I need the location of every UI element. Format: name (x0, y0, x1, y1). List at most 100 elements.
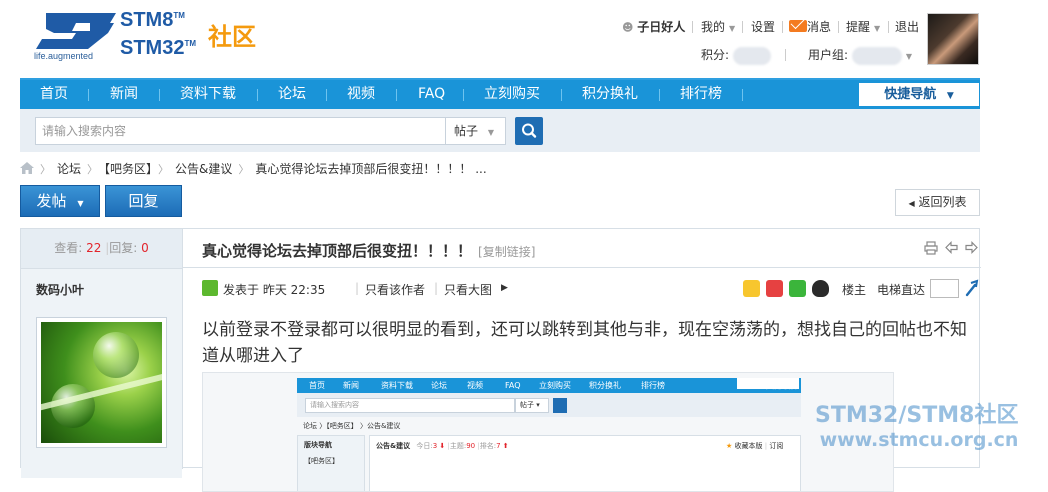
new-post-label: 发帖 (36, 192, 67, 210)
divider (785, 49, 786, 61)
chevron-right-icon: 〉 (87, 163, 99, 176)
nav-video[interactable]: 视频 (347, 80, 375, 109)
image-search-type: 帖子 ▾ (515, 398, 549, 413)
nav-divider (742, 89, 743, 101)
user-link[interactable]: ☻ 子日好人 (622, 18, 685, 35)
username-label: 子日好人 (637, 20, 686, 34)
logo-stm32: STM32TM (120, 37, 197, 59)
image-main-panel: 公告&建议 今日:3 ⬇ |主题:90 |排名:7 ⬆ ★ 收藏本版 | 订阅 (369, 435, 801, 491)
weibo-share-icon[interactable] (766, 280, 783, 297)
posted-time: 昨天 22:35 (262, 283, 326, 297)
new-post-button[interactable]: 发帖 ▼ (20, 185, 100, 217)
wechat-share-icon[interactable] (789, 280, 806, 297)
user-icon: ☻ (622, 21, 634, 34)
logo-community: 社区 (208, 23, 256, 51)
nav-home[interactable]: 首页 (40, 80, 68, 109)
prev-thread-icon[interactable] (945, 241, 958, 257)
settings-link[interactable]: 设置 (751, 18, 775, 35)
image-nav-item: 新闻 (343, 381, 359, 390)
floor-label: 楼主 (842, 283, 867, 297)
print-icon[interactable] (924, 241, 938, 258)
nav-divider (159, 89, 160, 101)
image-side-panel: 版块导航 【吧务区】 (297, 435, 365, 491)
breadcrumb-board[interactable]: 公告&建议 (175, 162, 232, 176)
post-meta-row: 发表于 昨天 22:35 | 只看该作者 | 只看大图 ▶ 楼主 电梯直达 (183, 277, 981, 301)
nav-ranking[interactable]: 排行榜 (680, 80, 722, 109)
qq-share-icon[interactable] (812, 280, 829, 297)
divider (692, 21, 693, 33)
reply-button[interactable]: 回复 (105, 185, 182, 217)
site-logo[interactable]: life.augmented STM8TM STM32TM 社区 (20, 3, 273, 68)
nav-points-gift[interactable]: 积分换礼 (582, 80, 638, 109)
only-author-link[interactable]: 只看该作者 (365, 281, 425, 298)
post-attached-image[interactable]: 首页 新闻 资料下载 论坛 视频 FAQ 立刻购买 积分换礼 排行榜 快捷导航 … (202, 372, 894, 492)
posted-prefix: 发表于 (223, 283, 260, 297)
go-arrow-icon[interactable] (965, 279, 979, 300)
nav-forum[interactable]: 论坛 (278, 80, 306, 109)
floor-jump-input[interactable] (930, 279, 959, 298)
author-panel: 数码小叶 (21, 268, 182, 478)
divider: | (434, 281, 439, 295)
nav-divider (396, 89, 397, 101)
breadcrumb-board-area[interactable]: 【吧务区】 (104, 162, 152, 176)
remind-menu[interactable]: 提醒 ▼ (846, 18, 880, 35)
logout-link[interactable]: 退出 (895, 18, 919, 35)
usergroup-label: 用户组: (808, 48, 849, 62)
online-status-icon (202, 280, 218, 296)
chevron-down-icon: ▼ (487, 128, 494, 137)
caret-right-icon: ▶ (501, 283, 508, 293)
nav-news[interactable]: 新闻 (110, 80, 138, 109)
elevator-label: 电梯直达 (877, 283, 926, 297)
search-icon (522, 123, 537, 138)
author-avatar[interactable] (36, 317, 167, 448)
image-nav-item: 积分换礼 (589, 381, 621, 390)
search-button[interactable] (515, 117, 543, 145)
image-board-stats: 公告&建议 今日:3 ⬇ |主题:90 |排名:7 ⬆ (376, 442, 509, 450)
search-input[interactable]: 请输入搜索内容 (35, 117, 446, 145)
replies-label: 回复: (109, 241, 138, 255)
nav-faq[interactable]: FAQ (418, 80, 445, 109)
messages-link[interactable]: 消息 (789, 14, 831, 35)
watermark-line2: www.stmcu.org.cn (819, 429, 1019, 451)
image-nav-item: 论坛 (431, 381, 447, 390)
back-to-list-button[interactable]: ◀ 返回列表 (895, 189, 980, 216)
chevron-right-icon: 〉 (238, 163, 250, 176)
home-icon[interactable] (20, 162, 34, 174)
copy-link[interactable]: [复制链接] (478, 245, 535, 259)
nav-downloads[interactable]: 资料下载 (180, 80, 236, 109)
search-bar: 请输入搜索内容 帖子 ▼ (20, 109, 980, 152)
thread-title-row: 真心觉得论坛去掉顶部后很变扭！！！！ [复制链接] (183, 229, 981, 268)
usergroup-info[interactable]: 用户组: ▼ (808, 46, 912, 65)
image-side-title: 版块导航 (304, 441, 332, 449)
breadcrumb-thread[interactable]: 真心觉得论坛去掉顶部后很变扭！！！！ ... (255, 162, 486, 176)
user-avatar-top[interactable] (927, 13, 979, 65)
nav-divider (88, 89, 89, 101)
post-time: 发表于 昨天 22:35 (223, 281, 325, 298)
nav-divider (659, 89, 660, 101)
next-thread-icon[interactable] (965, 241, 978, 257)
author-name[interactable]: 数码小叶 (36, 281, 84, 298)
site-watermark: STM32/STM8社区 www.stmcu.org.cn (815, 403, 1018, 451)
caret-down-icon: ▼ (77, 199, 84, 208)
my-menu[interactable]: 我的 ▼ (701, 18, 735, 35)
big-image-link[interactable]: 只看大图 (444, 281, 492, 298)
divider: | (355, 281, 360, 295)
nav-divider (257, 89, 258, 101)
image-nav-item: FAQ (505, 381, 521, 390)
thread-stats: 查看: 22 |回复: 0 (21, 229, 182, 268)
st-logo-icon (36, 13, 116, 49)
points-info[interactable]: 积分: (701, 46, 771, 65)
quick-nav-button[interactable]: 快捷导航 ▼ (859, 83, 979, 106)
search-type-select[interactable]: 帖子 ▼ (445, 117, 506, 145)
image-nav-item: 视频 (467, 381, 483, 390)
breadcrumb-forum[interactable]: 论坛 (57, 162, 81, 176)
image-board-title: 公告&建议 (376, 442, 411, 450)
mail-icon (789, 14, 807, 32)
search-type-label: 帖子 (454, 124, 479, 138)
avatar-image (41, 322, 162, 443)
my-label: 我的 (701, 20, 726, 34)
post-content: 以前登录不登录都可以很明显的看到，还可以跳转到其他与非，现在空荡荡的，想找自己的… (202, 320, 967, 366)
qzone-share-icon[interactable] (743, 280, 760, 297)
views-label: 查看: (54, 241, 83, 255)
nav-buy[interactable]: 立刻购买 (484, 80, 540, 109)
